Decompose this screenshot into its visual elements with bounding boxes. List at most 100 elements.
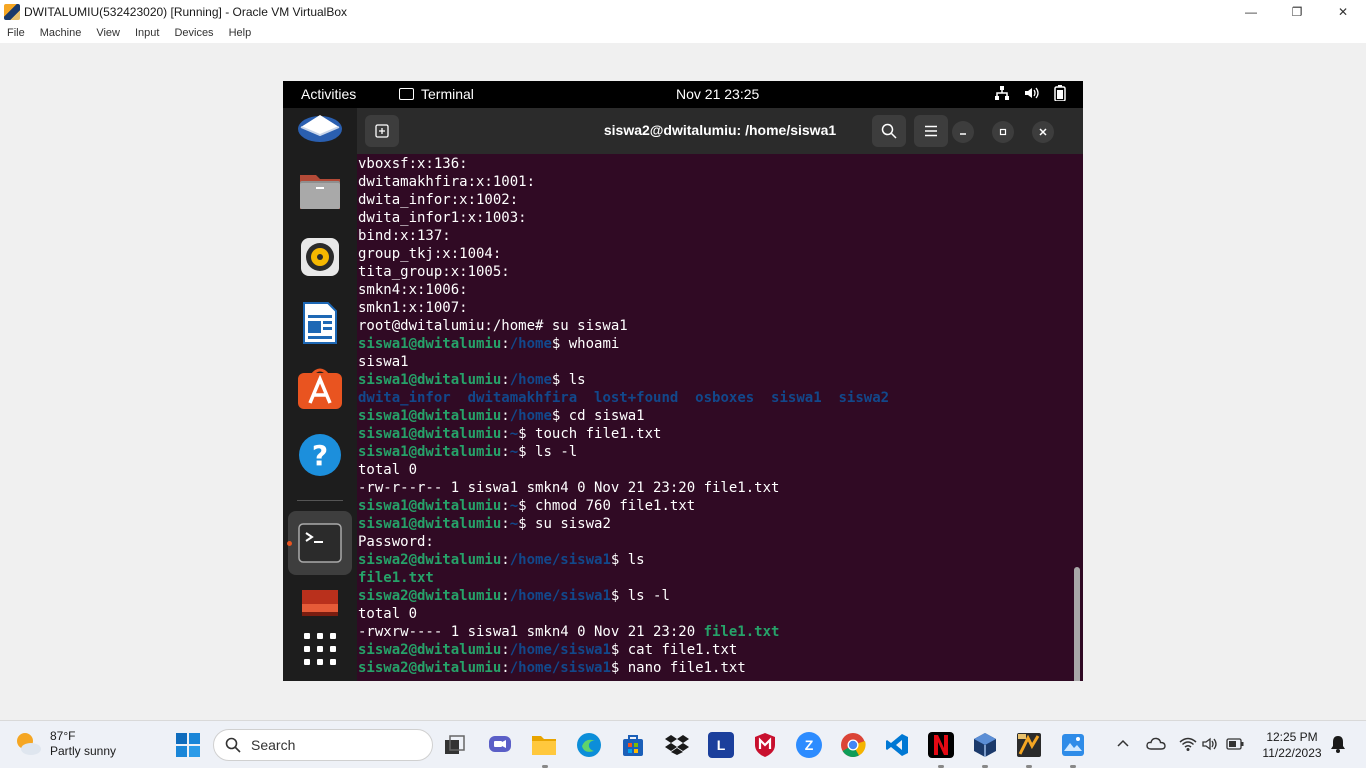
terminal-line: siswa1@dwitalumiu:/home$ ls bbox=[358, 371, 1070, 389]
netflix-icon[interactable] bbox=[928, 732, 954, 758]
files-icon[interactable] bbox=[297, 168, 343, 214]
weather-widget[interactable]: 87°F Partly sunny bbox=[14, 729, 116, 759]
libreoffice-writer-icon[interactable] bbox=[297, 300, 343, 346]
notification-bell-icon[interactable] bbox=[1330, 735, 1346, 758]
help-icon[interactable]: ? bbox=[297, 432, 343, 478]
topbar-clock[interactable]: Nov 21 23:25 bbox=[676, 86, 759, 102]
window-title: DWITALUMIU(532423020) [Running] - Oracle… bbox=[24, 4, 348, 19]
chrome-icon[interactable] bbox=[840, 732, 866, 758]
taskbar-clock[interactable]: 12:25 PM 11/22/2023 bbox=[1252, 729, 1332, 761]
terminal-line: tita_group:x:1005: bbox=[358, 263, 1070, 281]
show-apps-icon[interactable] bbox=[297, 626, 343, 672]
terminal-text: : bbox=[501, 372, 510, 388]
weather-desc: Partly sunny bbox=[50, 744, 117, 758]
chat-icon[interactable] bbox=[487, 732, 513, 758]
speaker-icon[interactable] bbox=[1202, 736, 1218, 757]
vm-display-area: Activities Terminal Nov 21 23:25 ? siswa… bbox=[0, 43, 1366, 720]
terminal-title: siswa2@dwitalumiu: /home/siswa1 bbox=[603, 122, 837, 138]
dock-terminal-icon[interactable] bbox=[288, 511, 352, 575]
menu-button[interactable] bbox=[914, 115, 948, 147]
app-menu-label: Terminal bbox=[421, 86, 474, 102]
terminal-text: $ chmod 760 file1.txt bbox=[518, 498, 696, 514]
thunderbird-icon[interactable] bbox=[297, 102, 343, 148]
terminal-text: : bbox=[501, 516, 510, 532]
microsoft-store-icon[interactable] bbox=[620, 732, 646, 758]
vscode-icon[interactable] bbox=[884, 732, 910, 758]
menu-view[interactable]: View bbox=[96, 27, 120, 39]
menu-input[interactable]: Input bbox=[135, 27, 159, 39]
task-view-icon[interactable] bbox=[442, 732, 468, 758]
terminal-text: siswa1@dwitalumiu bbox=[358, 444, 502, 460]
terminal-restore-button[interactable] bbox=[992, 121, 1014, 143]
search-button[interactable] bbox=[872, 115, 906, 147]
wifi-icon[interactable] bbox=[1179, 736, 1197, 757]
virtualbox-dock-icon[interactable] bbox=[297, 588, 343, 618]
taskbar-search[interactable]: Search bbox=[213, 729, 433, 761]
launcher-l-icon[interactable]: L bbox=[708, 732, 734, 758]
minimize-icon bbox=[960, 133, 966, 135]
terminal-text: siswa2@dwitalumiu bbox=[358, 642, 502, 658]
terminal-text: $ ls bbox=[610, 552, 645, 568]
mcafee-icon[interactable] bbox=[752, 732, 778, 758]
file-explorer-icon[interactable] bbox=[531, 732, 557, 758]
terminal-scrollbar[interactable] bbox=[1074, 567, 1080, 681]
close-button[interactable]: ✕ bbox=[1320, 0, 1366, 23]
activities-button[interactable]: Activities bbox=[301, 86, 356, 102]
terminal-text: siswa2@dwitalumiu bbox=[358, 588, 502, 604]
zoom-icon[interactable]: Z bbox=[796, 732, 822, 758]
battery-icon bbox=[1054, 85, 1066, 101]
terminal-text: -rw-r--r-- 1 siswa1 smkn4 0 Nov 21 23:20… bbox=[358, 480, 780, 496]
photos-icon[interactable] bbox=[1060, 732, 1086, 758]
terminal-text: : bbox=[501, 408, 510, 424]
terminal-text: siswa1@dwitalumiu bbox=[358, 408, 502, 424]
rhythmbox-icon[interactable] bbox=[297, 234, 343, 280]
terminal-text: osboxes bbox=[695, 390, 755, 406]
terminal-text: siswa1@dwitalumiu bbox=[358, 498, 502, 514]
menu-devices[interactable]: Devices bbox=[174, 27, 213, 39]
maximize-button[interactable]: ❐ bbox=[1274, 0, 1320, 23]
terminal-text: siswa1@dwitalumiu bbox=[358, 516, 502, 532]
terminal-output[interactable]: vboxsf:x:136: dwitamakhfira:x:1001: dwita_… bbox=[358, 155, 1070, 681]
terminal-text: siswa2 bbox=[838, 390, 890, 406]
vm-instance-icon[interactable] bbox=[1016, 732, 1042, 758]
terminal-line: dwita_infor dwitamakhfira lost+found osb… bbox=[358, 389, 1070, 407]
terminal-text: $ ls -l bbox=[610, 588, 670, 604]
app-center-icon[interactable] bbox=[297, 366, 343, 412]
terminal-line: -rw-r--r-- 1 siswa1 smkn4 0 Nov 21 23:20… bbox=[358, 479, 1070, 497]
minimize-button[interactable]: — bbox=[1228, 0, 1274, 23]
dock-separator bbox=[297, 500, 343, 501]
system-tray[interactable] bbox=[994, 85, 1066, 101]
weather-temp: 87°F bbox=[50, 729, 76, 743]
vm-screen[interactable]: Activities Terminal Nov 21 23:25 ? siswa… bbox=[283, 81, 1083, 681]
dropbox-icon[interactable] bbox=[664, 732, 690, 758]
virtualbox-taskbar-icon[interactable] bbox=[972, 732, 998, 758]
battery-icon[interactable] bbox=[1226, 737, 1244, 756]
partly-sunny-icon bbox=[17, 733, 41, 755]
menu-file[interactable]: File bbox=[7, 27, 25, 39]
terminal-line: siswa1@dwitalumiu:~$ ls -l bbox=[358, 443, 1070, 461]
new-tab-button[interactable] bbox=[365, 115, 399, 147]
app-menu[interactable]: Terminal bbox=[399, 86, 474, 102]
terminal-line: dwita_infor:x:1002: bbox=[358, 191, 1070, 209]
taskbar-time: 12:25 PM bbox=[1266, 730, 1318, 744]
terminal-text: -rwxrw---- 1 siswa1 smkn4 0 Nov 21 23:20 bbox=[358, 624, 704, 640]
terminal-window[interactable]: siswa2@dwitalumiu: /home/siswa1 vboxsf:x… bbox=[357, 108, 1083, 681]
terminal-line: siswa1@dwitalumiu:~$ su siswa2 bbox=[358, 515, 1070, 533]
terminal-line: Password: bbox=[358, 533, 1070, 551]
edge-icon[interactable] bbox=[576, 732, 602, 758]
terminal-close-button[interactable] bbox=[1032, 121, 1054, 143]
terminal-text: $ cat file1.txt bbox=[610, 642, 738, 658]
host-titlebar: DWITALUMIU(532423020) [Running] - Oracle… bbox=[0, 0, 1366, 23]
terminal-text: /home bbox=[509, 372, 552, 388]
terminal-text: /home/siswa1 bbox=[509, 642, 611, 658]
terminal-text: ~ bbox=[509, 516, 519, 532]
windows-start-icon[interactable] bbox=[176, 733, 200, 757]
menu-help[interactable]: Help bbox=[229, 27, 252, 39]
menu-machine[interactable]: Machine bbox=[40, 27, 82, 39]
terminal-text: Password: bbox=[358, 534, 434, 550]
tray-chevron-icon[interactable] bbox=[1115, 736, 1131, 752]
terminal-minimize-button[interactable] bbox=[952, 121, 974, 143]
onedrive-icon[interactable] bbox=[1146, 736, 1166, 757]
